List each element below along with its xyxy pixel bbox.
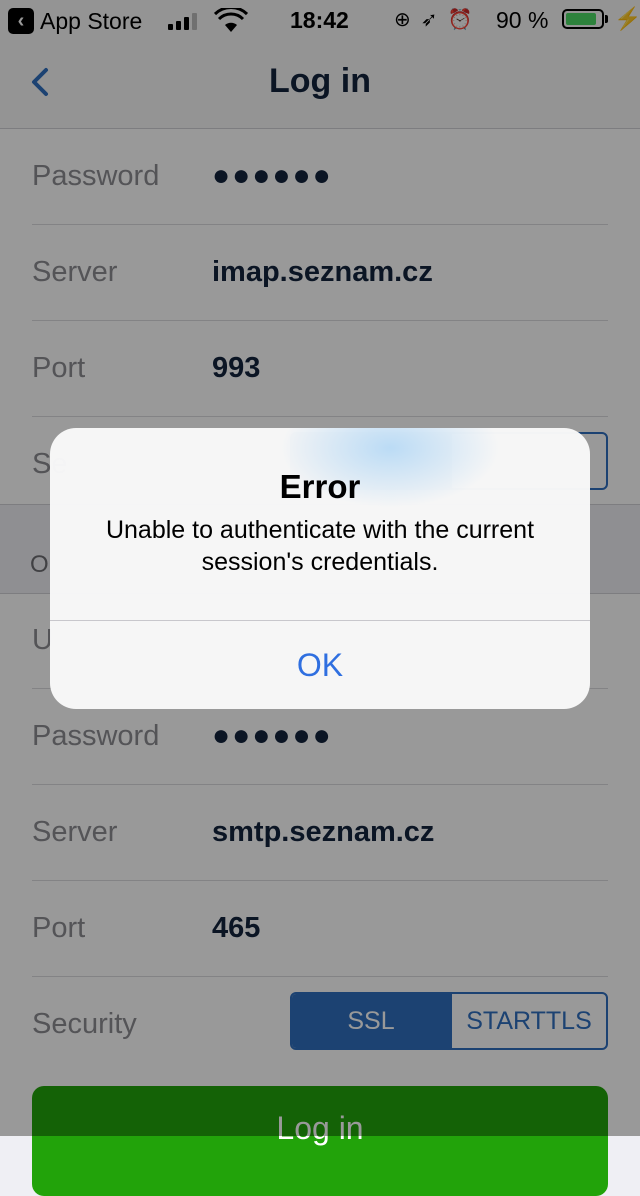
alert-ok-button[interactable]: OK	[50, 621, 590, 709]
alert-message: Unable to authenticate with the current …	[105, 516, 535, 576]
error-alert: Error Unable to authenticate with the cu…	[50, 428, 590, 709]
alert-title: Error	[279, 468, 361, 505]
login-screen: ‹ App Store 18:42 ⊕➶⏰ 90 % ⚡ Log in Pass…	[0, 0, 640, 1196]
